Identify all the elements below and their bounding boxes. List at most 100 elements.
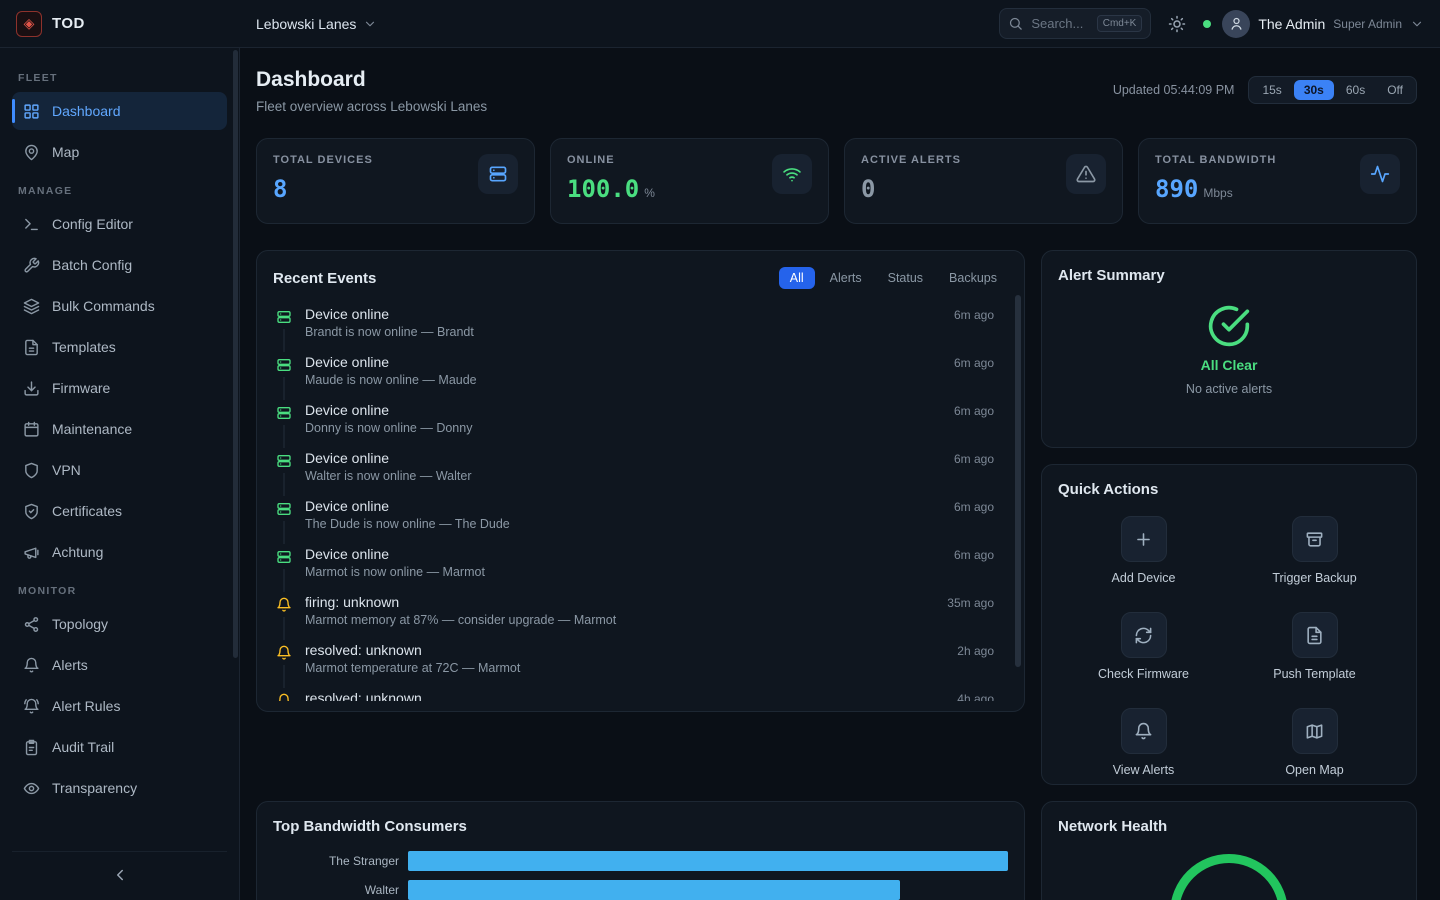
sidebar-item[interactable]: Config Editor xyxy=(12,205,227,243)
sidebar-item[interactable]: Certificates xyxy=(12,492,227,530)
org-name: Lebowski Lanes xyxy=(256,16,356,32)
search-input[interactable] xyxy=(1029,15,1090,32)
sidebar: FLEET Dashboard Map MANAGE xyxy=(0,48,240,900)
event-time: 2h ago xyxy=(957,644,994,658)
card-title: Alert Summary xyxy=(1058,267,1400,284)
quick-action-label: Push Template xyxy=(1273,667,1355,681)
event-row[interactable]: resolved: unknown 2h ago Marmot temperat… xyxy=(273,637,1008,685)
quick-action[interactable]: Push Template xyxy=(1229,612,1400,681)
event-row[interactable]: Device online 6m ago Donny is now online… xyxy=(273,397,1008,445)
sidebar-item[interactable]: Alerts xyxy=(12,646,227,684)
sidebar-item[interactable]: Batch Config xyxy=(12,246,227,284)
sidebar-item[interactable]: Bulk Commands xyxy=(12,287,227,325)
sidebar-item[interactable]: Map xyxy=(12,133,227,171)
event-detail: Donny is now online — Donny xyxy=(305,421,994,435)
event-row[interactable]: Device online 6m ago Marmot is now onlin… xyxy=(273,541,1008,589)
user-name: The Admin xyxy=(1258,16,1325,32)
sidebar-item[interactable]: Transparency xyxy=(12,769,227,807)
event-detail: Walter is now online — Walter xyxy=(305,469,994,483)
refresh-option[interactable]: 60s xyxy=(1336,80,1375,100)
event-title: Device online xyxy=(305,402,389,418)
events-tab[interactable]: Alerts xyxy=(819,267,873,289)
sidebar-item-label: Batch Config xyxy=(52,257,132,273)
sidebar-item-label: Config Editor xyxy=(52,216,133,232)
sidebar-item-label: Firmware xyxy=(52,380,110,396)
sidebar-item[interactable]: Topology xyxy=(12,605,227,643)
clipboard-icon xyxy=(23,739,40,756)
sidebar-item[interactable]: Firmware xyxy=(12,369,227,407)
event-row[interactable]: Device online 6m ago Brandt is now onlin… xyxy=(273,301,1008,349)
event-row[interactable]: Device online 6m ago The Dude is now onl… xyxy=(273,493,1008,541)
shield-icon xyxy=(23,462,40,479)
stat-value: 8 xyxy=(273,175,287,203)
quick-action[interactable]: View Alerts xyxy=(1058,708,1229,777)
sidebar-item-label: Map xyxy=(52,144,79,160)
avatar xyxy=(1222,10,1250,38)
refresh-option[interactable]: 15s xyxy=(1252,80,1291,100)
sidebar-item-label: Templates xyxy=(52,339,116,355)
grid-icon xyxy=(23,103,40,120)
sidebar-collapse-button[interactable] xyxy=(105,860,135,890)
quick-action[interactable]: Trigger Backup xyxy=(1229,516,1400,585)
event-row[interactable]: firing: unknown 35m ago Marmot memory at… xyxy=(273,589,1008,637)
file-text-icon xyxy=(1292,612,1338,658)
bar-row: The Stranger xyxy=(273,851,1008,871)
quick-action[interactable]: Check Firmware xyxy=(1058,612,1229,681)
events-filter-tabs: AllAlertsStatusBackups xyxy=(779,267,1008,289)
main-content: Dashboard Fleet overview across Lebowski… xyxy=(240,48,1440,900)
sidebar-item[interactable]: Templates xyxy=(12,328,227,366)
event-time: 6m ago xyxy=(954,500,994,514)
quick-action[interactable]: Open Map xyxy=(1229,708,1400,777)
sidebar-item[interactable]: VPN xyxy=(12,451,227,489)
sidebar-section: FLEET Dashboard Map xyxy=(12,72,227,171)
bell-icon xyxy=(23,657,40,674)
event-title: firing: unknown xyxy=(305,594,399,610)
refresh-option[interactable]: Off xyxy=(1377,80,1413,100)
sidebar-item[interactable]: Audit Trail xyxy=(12,728,227,766)
event-row[interactable]: Device online 6m ago Maude is now online… xyxy=(273,349,1008,397)
card-title: Network Health xyxy=(1058,818,1400,835)
global-search[interactable]: Cmd+K xyxy=(999,8,1151,39)
stats-row: TOTAL DEVICES 8 ONLINE 100.0 % xyxy=(256,138,1417,224)
refresh-option[interactable]: 30s xyxy=(1294,80,1334,100)
card-title: Recent Events xyxy=(273,270,376,287)
sidebar-item[interactable]: Alert Rules xyxy=(12,687,227,725)
sidebar-section-label: MONITOR xyxy=(18,585,221,597)
bar xyxy=(408,880,900,900)
calendar-icon xyxy=(23,421,40,438)
wifi-icon xyxy=(772,154,812,194)
sidebar-section-label: MANAGE xyxy=(18,185,221,197)
stat-card: TOTAL DEVICES 8 xyxy=(256,138,535,224)
updated-timestamp: Updated 05:44:09 PM xyxy=(1113,83,1235,97)
event-row[interactable]: resolved: unknown 4h ago xyxy=(273,685,1008,701)
alert-summary-card: Alert Summary All Clear No active alerts xyxy=(1041,250,1417,448)
map-icon xyxy=(1292,708,1338,754)
user-menu[interactable]: The Admin Super Admin xyxy=(1222,10,1424,38)
event-row[interactable]: Device online 6m ago Walter is now onlin… xyxy=(273,445,1008,493)
sidebar-item[interactable]: Achtung xyxy=(12,533,227,571)
user-icon xyxy=(1229,16,1244,31)
bell-ring-icon xyxy=(23,698,40,715)
download-icon xyxy=(23,380,40,397)
events-tab[interactable]: All xyxy=(779,267,815,289)
theme-toggle-button[interactable] xyxy=(1162,9,1192,39)
scrollbar-thumb[interactable] xyxy=(233,50,238,658)
events-tab[interactable]: Status xyxy=(877,267,934,289)
org-selector[interactable]: Lebowski Lanes xyxy=(256,16,377,32)
alert-triangle-icon xyxy=(1066,154,1106,194)
sidebar-item[interactable]: Maintenance xyxy=(12,410,227,448)
sidebar-item-label: Bulk Commands xyxy=(52,298,155,314)
server-icon xyxy=(276,405,292,421)
chevron-down-icon xyxy=(1410,17,1424,31)
events-tab[interactable]: Backups xyxy=(938,267,1008,289)
sidebar-item[interactable]: Dashboard xyxy=(12,92,227,130)
event-time: 6m ago xyxy=(954,404,994,418)
layers-icon xyxy=(23,298,40,315)
quick-action-label: View Alerts xyxy=(1113,763,1175,777)
quick-action[interactable]: Add Device xyxy=(1058,516,1229,585)
scrollbar-thumb[interactable] xyxy=(1015,295,1021,667)
sidebar-item-label: Alert Rules xyxy=(52,698,120,714)
refresh-interval-control: 15s30s60sOff xyxy=(1248,76,1417,104)
wrench-icon xyxy=(23,257,40,274)
server-icon xyxy=(276,501,292,517)
